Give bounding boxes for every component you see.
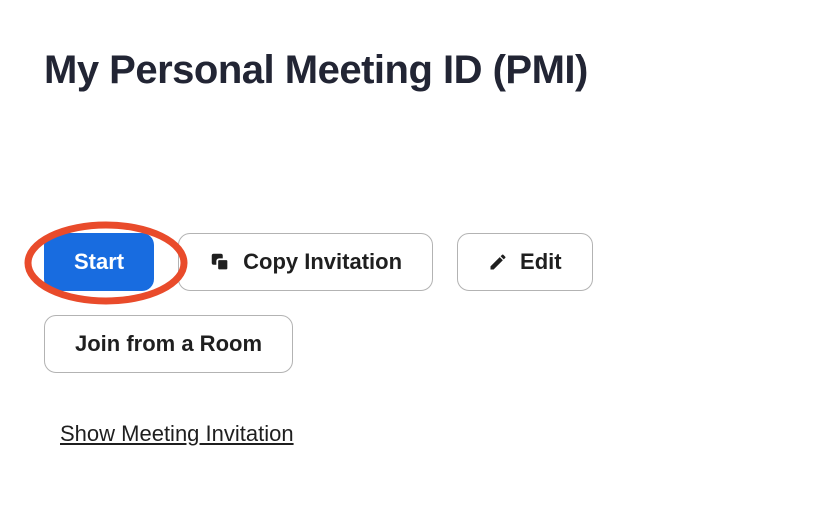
edit-label: Edit <box>520 249 562 275</box>
edit-icon <box>488 252 508 272</box>
start-button-highlight-wrap: Start <box>44 233 154 291</box>
show-meeting-invitation-link[interactable]: Show Meeting Invitation <box>60 421 294 447</box>
page-title: My Personal Meeting ID (PMI) <box>44 48 776 93</box>
edit-button[interactable]: Edit <box>457 233 593 291</box>
start-button[interactable]: Start <box>44 233 154 291</box>
copy-invitation-button[interactable]: Copy Invitation <box>178 233 433 291</box>
pmi-actions-row: Start Copy Invitation Edit Join from a R… <box>44 233 776 373</box>
join-from-room-button[interactable]: Join from a Room <box>44 315 293 373</box>
pmi-links-row: Show Meeting Invitation <box>44 421 776 447</box>
copy-icon <box>209 251 231 273</box>
copy-invitation-label: Copy Invitation <box>243 249 402 275</box>
